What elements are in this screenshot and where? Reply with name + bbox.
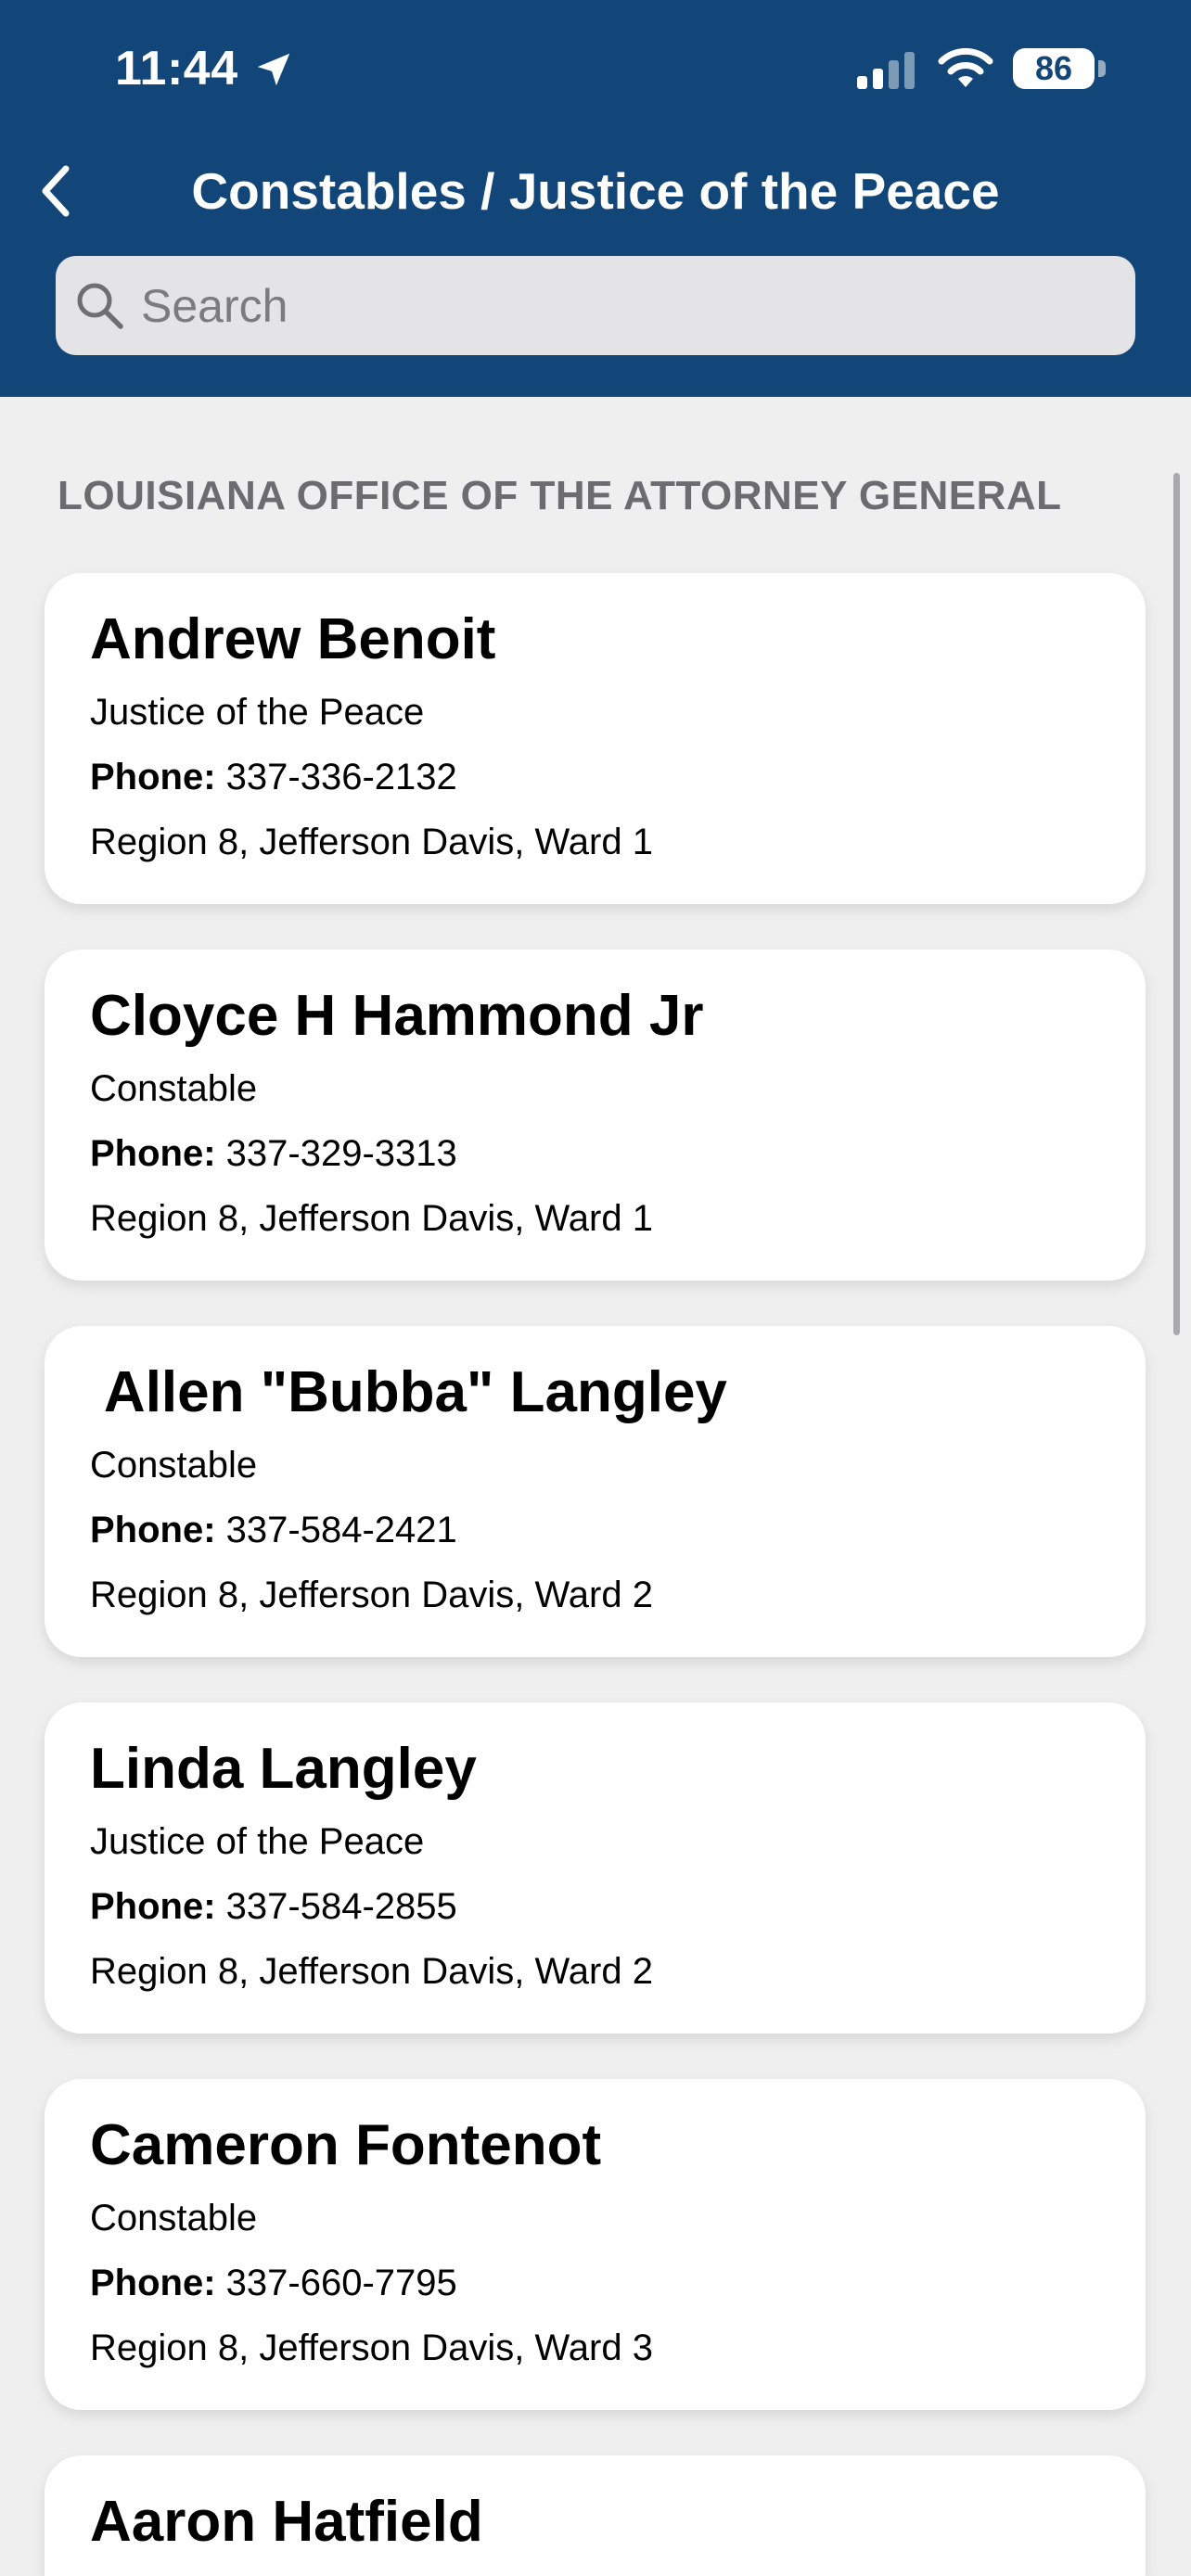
- phone-label: Phone:: [90, 1510, 216, 1550]
- location-arrow-icon: [257, 53, 290, 86]
- search-icon: [77, 283, 123, 329]
- contact-phone[interactable]: Phone: 337-584-2421: [90, 1510, 457, 1551]
- contact-card[interactable]: Aaron Hatfield: [45, 2455, 1146, 2576]
- phone-number: 337-660-7795: [225, 2263, 457, 2303]
- contact-region: Region 8, Jefferson Davis, Ward 1: [90, 1198, 653, 1239]
- contact-region: Region 8, Jefferson Davis, Ward 1: [90, 822, 653, 862]
- contact-card[interactable]: Linda Langley Justice of the Peace Phone…: [45, 1702, 1146, 2034]
- phone-label: Phone:: [90, 2263, 216, 2303]
- contact-name: Allen "Bubba" Langley: [90, 1360, 727, 1424]
- back-button[interactable]: [24, 158, 89, 224]
- wifi-icon: [938, 47, 993, 87]
- contact-card[interactable]: Allen "Bubba" Langley Constable Phone: 3…: [45, 1326, 1146, 1657]
- scrollbar[interactable]: [1173, 473, 1180, 1335]
- page-title: Constables / Justice of the Peace: [191, 162, 1000, 220]
- phone-number: 337-329-3313: [225, 1133, 457, 1174]
- battery-cap: [1098, 60, 1106, 77]
- phone-number: 337-336-2132: [225, 757, 457, 797]
- contact-role: Constable: [90, 1445, 258, 1486]
- contact-name: Andrew Benoit: [90, 607, 496, 671]
- phone-label: Phone:: [90, 1886, 216, 1927]
- phone-label: Phone:: [90, 757, 216, 797]
- contact-name: Cameron Fontenot: [90, 2113, 602, 2177]
- contact-card[interactable]: Cloyce H Hammond Jr Constable Phone: 337…: [45, 950, 1146, 1281]
- cellular-signal-icon: [857, 52, 915, 89]
- contact-role: Justice of the Peace: [90, 1821, 425, 1862]
- search-bar[interactable]: [56, 256, 1135, 355]
- contact-region: Region 8, Jefferson Davis, Ward 2: [90, 1951, 653, 1992]
- contact-role: Constable: [90, 2198, 258, 2238]
- contact-card[interactable]: Cameron Fontenot Constable Phone: 337-66…: [45, 2079, 1146, 2410]
- contact-phone[interactable]: Phone: 337-336-2132: [90, 757, 457, 798]
- phone-label: Phone:: [90, 1133, 216, 1174]
- contact-phone[interactable]: Phone: 337-329-3313: [90, 1133, 457, 1175]
- status-time: 11:44: [115, 42, 238, 96]
- status-bar: 11:44 86: [0, 0, 1191, 139]
- battery-indicator: 86: [1013, 48, 1095, 89]
- section-header: LOUISIANA OFFICE OF THE ATTORNEY GENERAL: [58, 473, 1062, 518]
- contact-name: Linda Langley: [90, 1737, 477, 1801]
- chevron-left-icon: [42, 165, 70, 217]
- contact-phone[interactable]: Phone: 337-584-2855: [90, 1886, 457, 1928]
- search-input[interactable]: [141, 256, 1115, 355]
- contact-role: Justice of the Peace: [90, 692, 425, 733]
- contact-role: Constable: [90, 1068, 258, 1109]
- app-header: 11:44 86 Constables / Justice of the Pea…: [0, 0, 1191, 397]
- contact-region: Region 8, Jefferson Davis, Ward 2: [90, 1575, 653, 1615]
- contact-name: Aaron Hatfield: [90, 2490, 483, 2554]
- contact-region: Region 8, Jefferson Davis, Ward 3: [90, 2327, 653, 2368]
- contact-name: Cloyce H Hammond Jr: [90, 984, 704, 1048]
- phone-number: 337-584-2855: [225, 1886, 457, 1927]
- phone-number: 337-584-2421: [225, 1510, 457, 1550]
- contact-phone[interactable]: Phone: 337-660-7795: [90, 2263, 457, 2304]
- contact-card[interactable]: Andrew Benoit Justice of the Peace Phone…: [45, 573, 1146, 904]
